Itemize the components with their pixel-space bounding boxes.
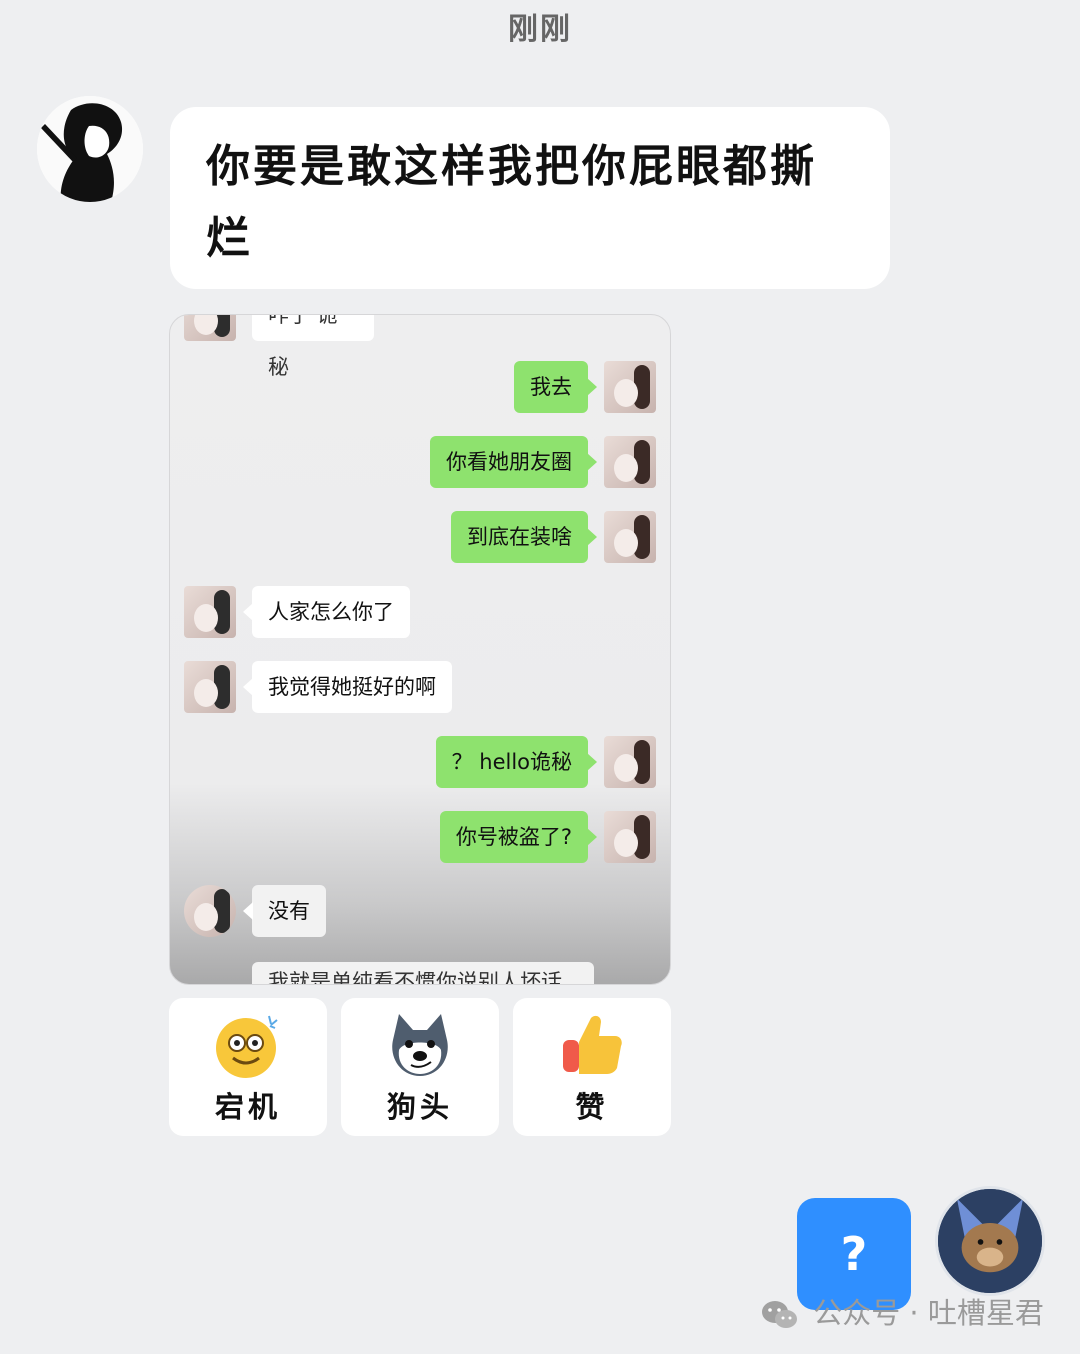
cut-off-message: 我就是单纯看不惯你说别人坏话 — [252, 962, 594, 984]
chat-avatar — [604, 811, 656, 863]
reaction-label: 赞 — [575, 1090, 609, 1124]
chat-message: 你号被盗了? — [439, 811, 598, 863]
chat-avatar — [184, 661, 236, 713]
chat-row: 到底在装啥 — [170, 511, 670, 565]
watermark: 公众号 · 吐槽星君 — [760, 1290, 1044, 1336]
main-message-text: 你要是敢这样我把你屁眼都撕烂 — [206, 141, 817, 264]
chat-row: 我觉得她挺好的啊 — [170, 661, 670, 715]
chat-row: 人家怎么你了 — [170, 586, 670, 640]
chat-avatar — [604, 361, 656, 413]
reaction-label: 狗头 — [386, 1090, 453, 1124]
chat-row: 你看她朋友圈 — [170, 436, 670, 490]
chat-avatar — [604, 736, 656, 788]
chat-avatar — [184, 885, 236, 937]
chat-row: 没有 — [170, 885, 670, 939]
reaction-dizzy-button[interactable]: 宕机 — [169, 998, 327, 1136]
cut-off-message: 咋了 诡秘 — [252, 315, 374, 379]
chat-message: 你看她朋友圈 — [430, 436, 597, 488]
watermark-text: 公众号 · 吐槽星君 — [813, 1296, 1044, 1330]
chat-message: ？ hello诡秘 — [435, 736, 598, 788]
thumbs-up-icon — [563, 1015, 622, 1074]
chat-avatar — [184, 586, 236, 638]
reaction-label: 宕机 — [214, 1090, 281, 1124]
doge-icon — [392, 1014, 448, 1076]
chat-message: 我去 — [514, 361, 597, 413]
sender-avatar[interactable] — [37, 96, 143, 202]
reaction-like-button[interactable]: 赞 — [513, 998, 671, 1136]
chat-message: 我觉得她挺好的啊 — [243, 661, 452, 713]
chat-avatar — [604, 511, 656, 563]
chat-row: 我去 — [170, 361, 670, 415]
chat-avatar — [184, 315, 236, 341]
dizzy-face-icon — [216, 1015, 278, 1078]
cartoon-bear-avatar-icon — [938, 1189, 1042, 1293]
timestamp: 刚刚 — [508, 12, 572, 47]
main-message-bubble: 你要是敢这样我把你屁眼都撕烂 — [170, 107, 890, 289]
anime-girl-avatar-icon — [37, 96, 143, 202]
chat-message: 到底在装啥 — [451, 511, 597, 563]
embedded-chat-screenshot: 咋了 诡秘 我去 你看她朋友圈 到底在装啥 人家怎么你了 我觉得她挺好的啊 ？ … — [169, 314, 671, 985]
chat-row: 你号被盗了? — [170, 811, 670, 865]
wechat-icon — [762, 1301, 797, 1328]
chat-message: 没有 — [243, 885, 326, 937]
reaction-doge-button[interactable]: 狗头 — [341, 998, 499, 1136]
chat-avatar — [604, 436, 656, 488]
chat-row: ？ hello诡秘 — [170, 736, 670, 790]
chat-message: 人家怎么你了 — [243, 586, 410, 638]
user-avatar[interactable] — [935, 1186, 1045, 1296]
